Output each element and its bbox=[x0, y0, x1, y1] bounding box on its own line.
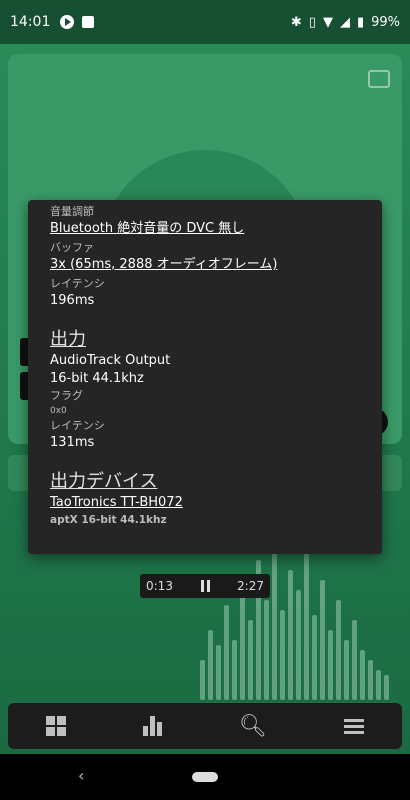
vibrate-icon: ▯ bbox=[308, 14, 316, 30]
output-heading: 出力 bbox=[50, 329, 86, 350]
battery-percent: 99% bbox=[371, 14, 400, 30]
buffer-label: バッファ bbox=[50, 241, 94, 254]
menu-icon[interactable] bbox=[343, 718, 364, 734]
bluetooth-icon: ✱ bbox=[290, 14, 302, 30]
wifi-icon: ▼ bbox=[322, 14, 333, 30]
playback-controls: 0:13 2:27 bbox=[140, 574, 270, 598]
output-latency-value: 131ms bbox=[50, 435, 95, 450]
system-nav-bar: ‹ bbox=[0, 754, 410, 800]
device-codec: aptX 16-bit 44.1khz bbox=[50, 514, 167, 526]
latency-value: 196ms bbox=[50, 293, 95, 308]
elapsed-time: 0:13 bbox=[146, 579, 173, 593]
signal-icon: ◢ bbox=[339, 14, 350, 30]
bottom-nav: 🔍︎ bbox=[8, 703, 402, 749]
output-format: 16-bit 44.1khz bbox=[50, 371, 144, 386]
search-icon[interactable]: 🔍︎ bbox=[239, 714, 267, 739]
flags-label: フラグ bbox=[50, 389, 83, 402]
library-grid-icon[interactable] bbox=[46, 716, 67, 736]
output-name: AudioTrack Output bbox=[50, 353, 171, 368]
output-latency-label: レイテンシ bbox=[50, 419, 105, 432]
cast-icon[interactable] bbox=[368, 70, 390, 88]
buffer-value[interactable]: 3x (65ms, 2888 オーディオフレーム) bbox=[50, 256, 360, 274]
flags-value: 0x0 bbox=[50, 406, 67, 416]
duration-time: 2:27 bbox=[237, 579, 264, 593]
waveform bbox=[200, 530, 410, 700]
pause-icon[interactable] bbox=[200, 580, 210, 592]
output-device-heading: 出力デバイス bbox=[50, 471, 158, 492]
home-pill[interactable] bbox=[192, 772, 218, 782]
back-icon[interactable]: ‹ bbox=[78, 766, 84, 785]
device-name[interactable]: TaoTronics TT-BH072 bbox=[50, 494, 360, 512]
audio-info-popup: 音量調節 Bluetooth 絶対音量の DVC 無し バッファ 3x (65m… bbox=[28, 200, 382, 554]
status-bar: 14:01 ✱ ▯ ▼ ◢ ▮ 99% bbox=[0, 0, 410, 44]
battery-icon: ▮ bbox=[356, 14, 365, 30]
stop-icon bbox=[82, 16, 95, 28]
status-icons: ✱ ▯ ▼ ◢ ▮ 99% bbox=[291, 15, 400, 30]
volume-value[interactable]: Bluetooth 絶対音量の DVC 無し bbox=[50, 220, 360, 238]
volume-label: 音量調節 bbox=[50, 205, 94, 218]
latency-label: レイテンシ bbox=[50, 277, 105, 290]
clock: 14:01 bbox=[10, 14, 51, 30]
equalizer-icon[interactable] bbox=[143, 716, 163, 736]
play-circle-icon bbox=[60, 15, 75, 29]
